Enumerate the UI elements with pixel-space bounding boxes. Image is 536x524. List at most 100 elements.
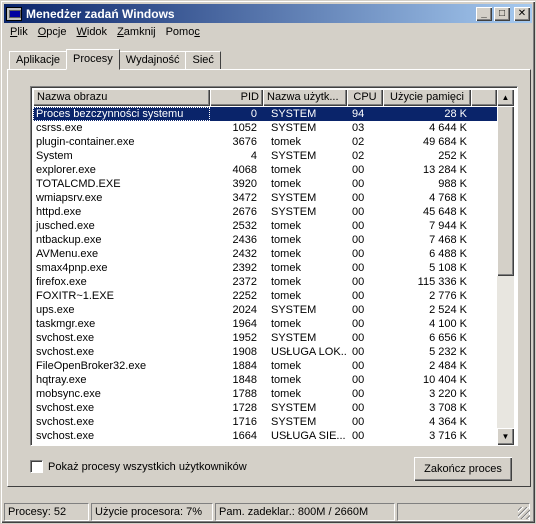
menu-opcje[interactable]: Opcje	[33, 25, 72, 43]
process-cpu: 00	[347, 443, 383, 445]
title-bar[interactable]: Menedżer zadań Windows _ □ ✕	[4, 4, 532, 23]
process-row[interactable]: ntbackup.exe 2436 tomek 00 7 468 K	[33, 233, 497, 247]
process-row[interactable]: Proces bezczynności systemu 0 SYSTEM 94 28 K	[33, 107, 497, 121]
tab-siec[interactable]: Sieć	[185, 51, 221, 69]
tab-aplikacje[interactable]: Aplikacje	[9, 51, 68, 69]
process-row[interactable]: svchost.exe1584SYSTEM0021 808 K	[33, 443, 497, 445]
process-row[interactable]: FOXITR~1.EXE 2252 tomek 00 2 776 K	[33, 289, 497, 303]
process-row[interactable]: svchost.exe 1664 USŁUGA SIE... 00 3 716 K	[33, 429, 497, 443]
show-all-users-option[interactable]: Pokaż procesy wszystkich użytkowników	[30, 460, 247, 473]
resize-grip-icon[interactable]	[518, 507, 530, 519]
process-user-name: tomek	[271, 248, 301, 260]
column-header-user-name[interactable]: Nazwa użytk...	[263, 89, 347, 106]
menu-pomoc[interactable]: Pomoc	[161, 25, 205, 43]
process-user-name: tomek	[271, 220, 301, 232]
process-row[interactable]: jusched.exe 2532 tomek 00 7 944 K	[33, 219, 497, 233]
process-row[interactable]: ups.exe 2024 SYSTEM 00 2 524 K	[33, 303, 497, 317]
process-mem-usage: 2 484 K	[429, 360, 467, 372]
process-cpu: 00	[352, 402, 365, 414]
process-user-name: tomek	[271, 262, 301, 274]
process-list[interactable]: Nazwa obrazu PID Nazwa użytk... CPU Użyc…	[30, 86, 518, 446]
menu-label-pre: Pomo	[165, 26, 195, 38]
menu-access-key: W	[76, 26, 87, 38]
process-row[interactable]: FileOpenBroker32.exe 1884 tomek 00 2 484 K	[33, 359, 497, 373]
tab-procesy[interactable]: Procesy	[66, 49, 120, 70]
maximize-button[interactable]: □	[494, 6, 510, 21]
process-pid: 2676	[232, 206, 257, 218]
process-row[interactable]: wmiapsrv.exe 3472 SYSTEM 00 4 768 K	[33, 191, 497, 205]
minimize-button[interactable]: _	[476, 6, 492, 21]
process-row[interactable]: explorer.exe 4068 tomek 00 13 284 K	[33, 163, 497, 177]
process-cpu: 02	[352, 136, 365, 148]
tab-wydajnosc[interactable]: Wydajność	[118, 51, 187, 69]
process-user-name: tomek	[271, 318, 301, 330]
column-header-image-name[interactable]: Nazwa obrazu	[33, 89, 210, 106]
menu-widok[interactable]: Widok	[71, 25, 112, 43]
close-button[interactable]: ✕	[514, 6, 530, 21]
process-cpu: 00	[352, 164, 365, 176]
process-user-name: tomek	[271, 374, 301, 386]
process-row[interactable]: plugin-container.exe 3676 tomek 02 49 684 K	[33, 135, 497, 149]
process-row[interactable]: AVMenu.exe 2432 tomek 00 6 488 K	[33, 247, 497, 261]
process-cpu: 00	[352, 346, 365, 358]
column-header-pid[interactable]: PID	[210, 89, 263, 106]
process-image-name: smax4pnp.exe	[36, 262, 108, 274]
process-mem-usage: 3 220 K	[429, 388, 467, 400]
process-user-name: tomek	[271, 276, 301, 288]
arrow-down-icon: ▼	[501, 432, 510, 441]
process-user-name: tomek	[271, 178, 301, 190]
process-pid: 1052	[232, 122, 257, 134]
process-pid: 3472	[232, 192, 257, 204]
process-row[interactable]: hqtray.exe 1848 tomek 00 10 404 K	[33, 373, 497, 387]
process-image-name: svchost.exe	[36, 430, 95, 442]
process-image-name: csrss.exe	[36, 122, 83, 134]
process-row[interactable]: TOTALCMD.EXE 3920 tomek 00 988 K	[33, 177, 497, 191]
process-mem-usage: 5 232 K	[429, 346, 467, 358]
process-row[interactable]: httpd.exe 2676 SYSTEM 00 45 648 K	[33, 205, 497, 219]
show-all-users-checkbox[interactable]	[30, 460, 43, 473]
vertical-scrollbar[interactable]: ▲ ▼	[497, 89, 514, 445]
process-image-name: mobsync.exe	[36, 388, 101, 400]
process-cpu: 94	[352, 108, 365, 120]
process-row[interactable]: System 4 SYSTEM 02 252 K	[33, 149, 497, 163]
column-header-cpu[interactable]: CPU	[347, 89, 383, 106]
process-pid: 1964	[232, 318, 257, 330]
process-pid: 1884	[232, 360, 257, 372]
process-mem-usage: 252 K	[438, 150, 467, 162]
process-pid: 1584	[210, 443, 263, 445]
process-user-name: SYSTEM	[271, 150, 317, 162]
process-pid: 0	[250, 108, 257, 120]
process-image-name: Proces bezczynności systemu	[33, 107, 210, 121]
process-image-name: System	[36, 150, 73, 162]
process-row[interactable]: svchost.exe 1728 SYSTEM 00 3 708 K	[33, 401, 497, 415]
process-user-name: tomek	[271, 388, 301, 400]
show-all-users-label: Pokaż procesy wszystkich użytkowników	[48, 460, 247, 473]
scroll-down-button[interactable]: ▼	[497, 428, 514, 445]
menu-bar: Plik Opcje Widok Zamknij Pomoc	[5, 25, 205, 43]
minimize-icon: _	[481, 7, 487, 19]
process-pid: 2436	[232, 234, 257, 246]
process-pid: 1952	[232, 332, 257, 344]
process-mem-usage: 21 808 K	[383, 443, 471, 445]
process-row[interactable]: svchost.exe 1716 SYSTEM 00 4 364 K	[33, 415, 497, 429]
process-image-name: plugin-container.exe	[36, 136, 135, 148]
process-user-name: tomek	[271, 164, 301, 176]
process-pid: 2024	[232, 304, 257, 316]
process-cpu: 00	[352, 192, 365, 204]
process-pid: 2392	[232, 262, 257, 274]
process-row[interactable]: firefox.exe 2372 tomek 00 115 336 K	[33, 275, 497, 289]
column-header-mem-usage[interactable]: Użycie pamięci	[383, 89, 471, 106]
scroll-thumb[interactable]	[497, 106, 514, 276]
process-row[interactable]: taskmgr.exe 1964 tomek 00 4 100 K	[33, 317, 497, 331]
process-cpu: 00	[352, 318, 365, 330]
process-row[interactable]: svchost.exe 1908 USŁUGA LOK... 00 5 232 K	[33, 345, 497, 359]
menu-zamknij[interactable]: Zamknij	[112, 25, 161, 43]
scroll-up-button[interactable]: ▲	[497, 89, 514, 106]
process-row[interactable]: csrss.exe 1052 SYSTEM 03 4 644 K	[33, 121, 497, 135]
menu-plik[interactable]: Plik	[5, 25, 33, 43]
process-row[interactable]: mobsync.exe 1788 tomek 00 3 220 K	[33, 387, 497, 401]
process-row[interactable]: smax4pnp.exe 2392 tomek 00 5 108 K	[33, 261, 497, 275]
end-process-button[interactable]: Zakończ proces	[414, 457, 512, 481]
process-image-name: firefox.exe	[36, 276, 87, 288]
process-row[interactable]: svchost.exe 1952 SYSTEM 00 6 656 K	[33, 331, 497, 345]
